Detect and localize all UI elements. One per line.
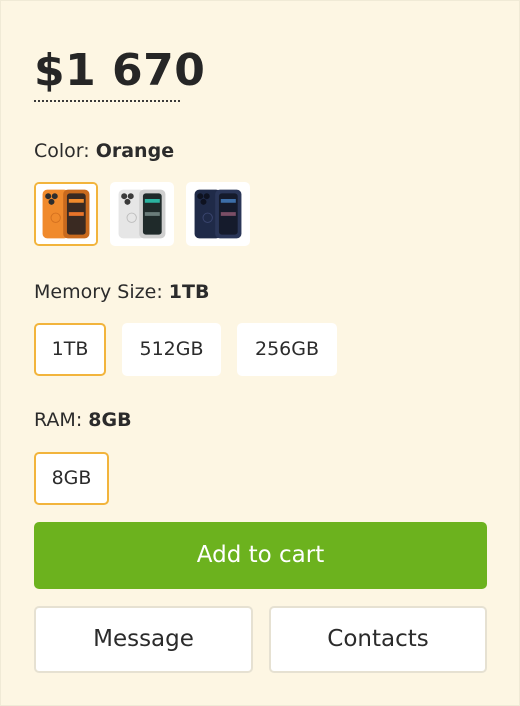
ram-selected-value: 8GB bbox=[88, 409, 132, 431]
color-swatch-white[interactable] bbox=[110, 182, 174, 246]
memory-option-256gb[interactable]: 256GB bbox=[237, 323, 337, 376]
add-to-cart-button[interactable]: Add to cart bbox=[34, 522, 487, 589]
memory-option-512gb[interactable]: 512GB bbox=[122, 323, 221, 376]
phone-white-image bbox=[112, 184, 172, 244]
color-selected-value: Orange bbox=[95, 140, 175, 162]
price-underline bbox=[34, 100, 180, 102]
contacts-button[interactable]: Contacts bbox=[269, 606, 487, 673]
product-price: $1 670 bbox=[34, 45, 206, 96]
message-button[interactable]: Message bbox=[34, 606, 253, 673]
ram-option-8gb[interactable]: 8GB bbox=[34, 452, 109, 505]
phone-blue-image bbox=[188, 184, 248, 244]
memory-option-1tb[interactable]: 1TB bbox=[34, 323, 106, 376]
ram-label-text: RAM: bbox=[34, 409, 89, 431]
color-label-text: Color: bbox=[34, 140, 96, 162]
memory-label-text: Memory Size: bbox=[34, 281, 169, 303]
color-swatch-blue[interactable] bbox=[186, 182, 250, 246]
ram-label: RAM: 8GB bbox=[34, 408, 132, 432]
color-label: Color: Orange bbox=[34, 139, 174, 163]
memory-selected-value: 1TB bbox=[168, 281, 210, 303]
memory-label: Memory Size: 1TB bbox=[34, 280, 209, 304]
phone-orange-image bbox=[36, 184, 96, 244]
color-swatch-orange[interactable] bbox=[34, 182, 98, 246]
product-options-card: $1 670 Color: Orange Memory Size: 1TB 1T… bbox=[0, 0, 520, 706]
